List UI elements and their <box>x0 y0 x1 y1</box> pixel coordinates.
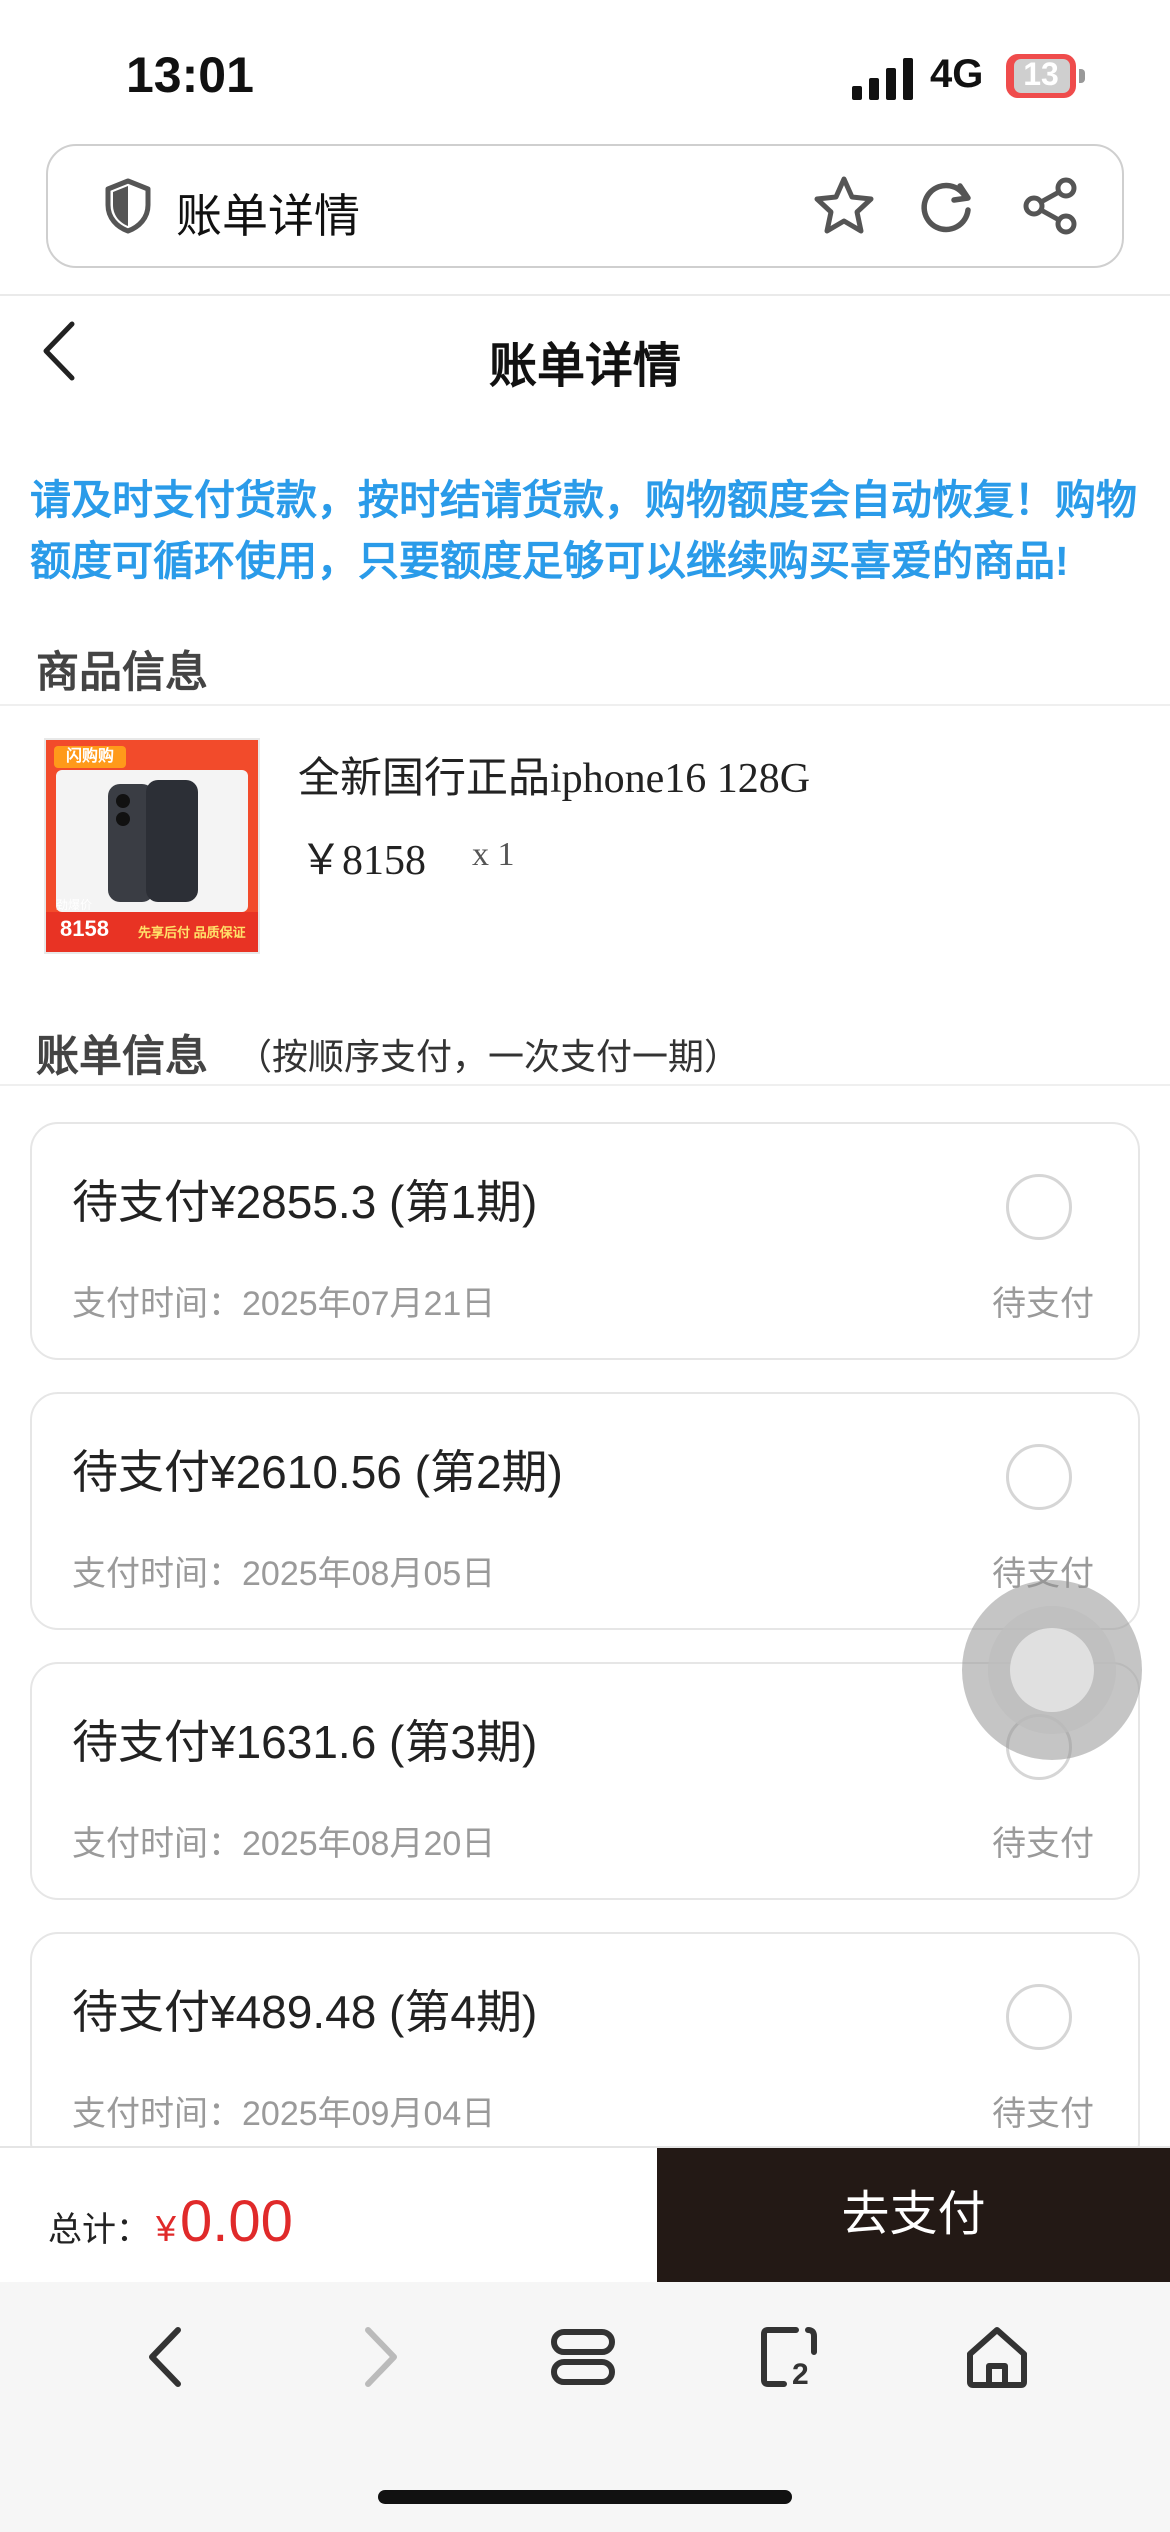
installment-amount: 待支付¥2855.3 (第1期) <box>72 1176 538 1228</box>
bill-section-title: 账单信息 <box>36 1033 208 1081</box>
signal-icon <box>852 58 913 100</box>
payment-notice: 请及时支付货款，按时结请货款，购物额度会自动恢复！购物额度可循环使用，只要额度足… <box>30 477 1137 584</box>
battery-icon: 13 <box>1006 54 1086 98</box>
back-arrow-icon[interactable] <box>38 320 78 382</box>
installment-card[interactable]: 待支付¥2855.3 (第1期) 支付时间：2025年07月21日 待支付 <box>30 1122 1140 1360</box>
page-title: 账单详情 <box>488 340 681 393</box>
shield-icon <box>105 178 151 234</box>
header-divider <box>0 294 1170 296</box>
installment-radio[interactable] <box>1006 1444 1072 1510</box>
installment-radio[interactable] <box>1006 1984 1072 2050</box>
installment-status: 待支付 <box>992 2095 1094 2133</box>
image-price: 8158 <box>60 916 109 941</box>
image-tags: 先享后付 品质保证 <box>138 925 246 940</box>
installment-amount: 待支付¥2610.56 (第2期) <box>72 1446 563 1498</box>
image-badge: 闪购购 <box>54 746 126 768</box>
section-divider <box>0 1084 1170 1086</box>
svg-text:2: 2 <box>792 2358 809 2391</box>
installment-date: 支付时间：2025年09月04日 <box>72 2095 496 2133</box>
product-name[interactable]: 全新国行正品iphone16 128G <box>298 744 810 805</box>
back-icon[interactable] <box>134 2322 204 2392</box>
total-currency: ¥ <box>156 2208 177 2249</box>
installment-status: 待支付 <box>992 1825 1094 1863</box>
installment-status: 待支付 <box>992 1285 1094 1323</box>
installment-card[interactable]: 待支付¥489.48 (第4期) 支付时间：2025年09月04日 待支付 <box>30 1932 1140 2170</box>
installment-amount: 待支付¥1631.6 (第3期) <box>72 1716 538 1768</box>
battery-level: 13 <box>1023 56 1059 92</box>
installment-date: 支付时间：2025年08月05日 <box>72 1555 496 1593</box>
forward-icon[interactable] <box>342 2322 412 2392</box>
assistive-touch-button[interactable] <box>962 1580 1142 1760</box>
product-image[interactable]: 闪购购 劲爆价 8158 先享后付 品质保证 <box>44 738 260 954</box>
bill-section-note: （按顺序支付，一次支付一期） <box>236 1036 741 1077</box>
installment-amount: 待支付¥489.48 (第4期) <box>72 1986 538 2038</box>
installment-radio[interactable] <box>1006 1174 1072 1240</box>
product-section-title: 商品信息 <box>36 649 208 697</box>
address-bar-title[interactable]: 账单详情 <box>176 180 360 246</box>
share-icon[interactable] <box>1020 176 1080 236</box>
total-amount: 0.00 <box>180 2189 293 2254</box>
image-price-label: 劲爆价 <box>56 898 93 912</box>
section-divider <box>0 704 1170 706</box>
home-indicator <box>378 2490 792 2504</box>
installment-date: 支付时间：2025年08月20日 <box>72 1825 496 1863</box>
reload-icon[interactable] <box>916 176 976 236</box>
product-quantity: x 1 <box>472 836 515 873</box>
home-icon[interactable] <box>962 2322 1032 2392</box>
status-time: 13:01 <box>126 47 254 103</box>
menu-icon[interactable] <box>548 2322 618 2392</box>
installment-card[interactable]: 待支付¥2610.56 (第2期) 支付时间：2025年08月05日 待支付 <box>30 1392 1140 1630</box>
installment-date: 支付时间：2025年07月21日 <box>72 1285 496 1323</box>
network-type: 4G <box>930 52 984 96</box>
pay-button[interactable]: 去支付 <box>657 2148 1170 2282</box>
tabs-icon[interactable]: 2 <box>756 2322 826 2392</box>
total-label: 总计： <box>48 2211 150 2249</box>
star-icon[interactable] <box>812 174 876 238</box>
product-price: ￥8158 <box>300 838 427 884</box>
